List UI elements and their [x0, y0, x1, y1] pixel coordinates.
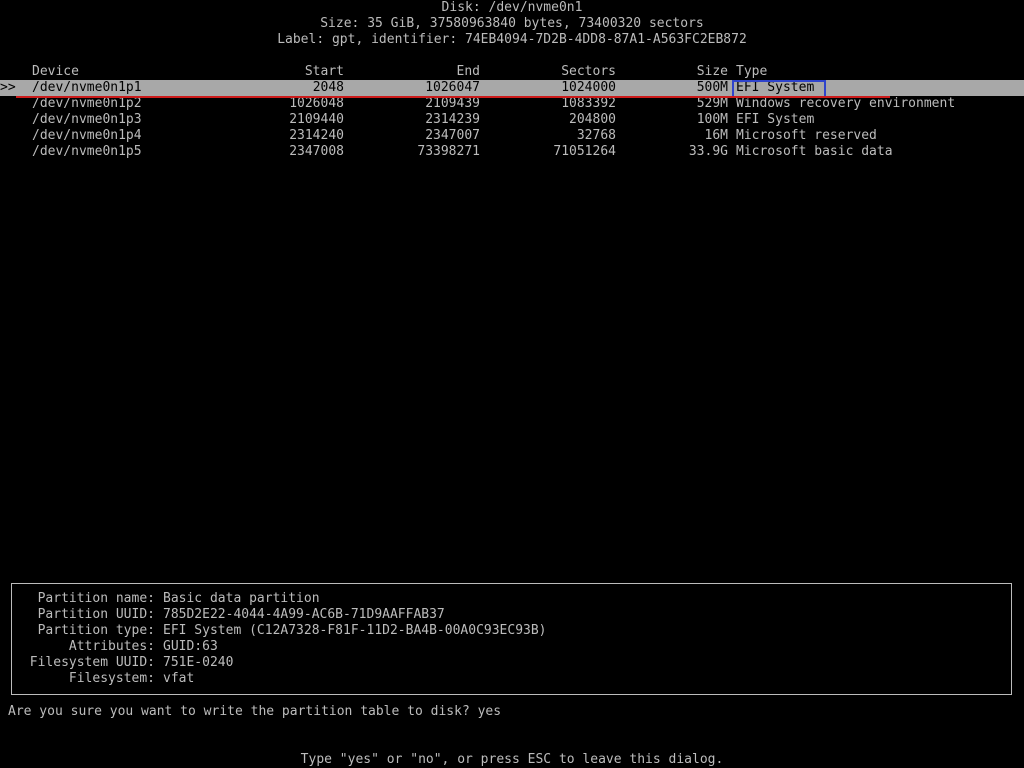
partition-row-selected[interactable]: >> /dev/nvme0n1p1 2048 1026047 1024000 5… [0, 80, 1024, 96]
info-value: Basic data partition [163, 591, 320, 606]
partition-size: 16M [704, 128, 728, 143]
partition-start: 2048 [312, 80, 344, 95]
partition-sectors: 1083392 [561, 96, 616, 111]
partition-device: /dev/nvme0n1p2 [32, 96, 142, 111]
column-header-type: Type [736, 64, 768, 79]
info-value: 785D2E22-4044-4A99-AC6B-71D9AAFFAB37 [163, 607, 445, 622]
partition-end: 1026047 [425, 80, 480, 95]
disk-size: Size: 35 GiB, 37580963840 bytes, 7340032… [320, 16, 704, 31]
prompt-answer-input[interactable]: yes [478, 704, 501, 719]
partition-end: 2314239 [425, 112, 480, 127]
partition-type: Windows recovery environment [736, 96, 956, 111]
info-value: GUID:63 [163, 639, 218, 654]
partition-end: 2109439 [425, 96, 480, 111]
partition-sectors: 1024000 [561, 80, 616, 95]
partition-sectors: 204800 [569, 112, 616, 127]
partition-sectors: 32768 [576, 128, 616, 143]
column-header-device: Device [32, 64, 79, 79]
table-header: Device Start End Sectors Size Type [0, 64, 1024, 80]
row-underline-annotation [16, 96, 890, 98]
partition-row[interactable]: /dev/nvme0n1p5 2347008 73398271 71051264… [0, 144, 1024, 160]
disk-label: Label: gpt, identifier: 74EB4094-7D2B-4D… [277, 32, 747, 47]
prompt-question: Are you sure you want to write the parti… [8, 704, 470, 719]
partition-device: /dev/nvme0n1p3 [32, 112, 142, 127]
partition-size: 500M [696, 80, 728, 95]
partition-device: /dev/nvme0n1p5 [32, 144, 142, 159]
partition-size: 33.9G [688, 144, 728, 159]
info-value: EFI System (C12A7328-F81F-11D2-BA4B-00A0… [163, 623, 547, 638]
selection-cursor: >> [0, 80, 16, 95]
write-confirmation-prompt[interactable]: Are you sure you want to write the parti… [8, 704, 501, 720]
partition-size: 529M [696, 96, 728, 111]
partition-start: 2314240 [289, 128, 344, 143]
partition-row[interactable]: /dev/nvme0n1p2 1026048 2109439 1083392 5… [0, 96, 1024, 112]
info-label: Attributes: [68, 639, 155, 654]
column-header-size: Size [696, 64, 728, 79]
partition-type: EFI System [736, 112, 815, 127]
dialog-hint: Type "yes" or "no", or press ESC to leav… [300, 752, 724, 767]
partition-start: 2109440 [289, 112, 344, 127]
partition-start: 2347008 [289, 144, 344, 159]
partition-device: /dev/nvme0n1p4 [32, 128, 142, 143]
partition-start: 1026048 [289, 96, 344, 111]
partition-end: 73398271 [417, 144, 480, 159]
info-label: Partition type: [37, 623, 155, 638]
info-label: Partition UUID: [37, 607, 155, 622]
info-label: Filesystem UUID: [29, 655, 155, 670]
info-label: Partition name: [37, 591, 155, 606]
column-header-end: End [456, 64, 480, 79]
partition-size: 100M [696, 112, 728, 127]
info-value: 751E-0240 [163, 655, 234, 670]
info-label: Filesystem: [68, 671, 155, 686]
partition-device: /dev/nvme0n1p1 [32, 80, 142, 95]
partition-type: Microsoft basic data [736, 144, 893, 159]
partition-type: Microsoft reserved [736, 128, 877, 143]
info-value: vfat [163, 671, 195, 686]
partition-row[interactable]: /dev/nvme0n1p4 2314240 2347007 32768 16M… [0, 128, 1024, 144]
partition-sectors: 71051264 [553, 144, 616, 159]
partition-info-panel: Partition name: Basic data partition Par… [11, 583, 1012, 695]
partition-end: 2347007 [425, 128, 480, 143]
column-header-sectors: Sectors [561, 64, 616, 79]
disk-title: Disk: /dev/nvme0n1 [441, 0, 583, 15]
column-header-start: Start [304, 64, 344, 79]
partition-row[interactable]: /dev/nvme0n1p3 2109440 2314239 204800 10… [0, 112, 1024, 128]
